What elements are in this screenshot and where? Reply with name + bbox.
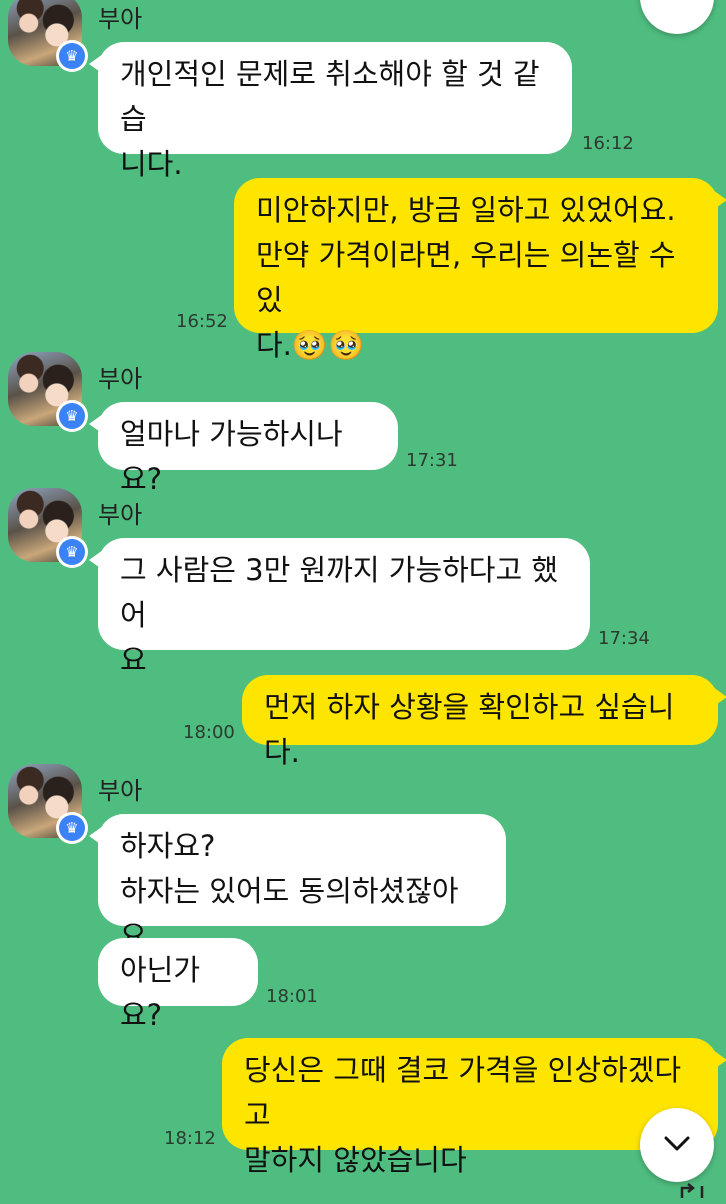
message-bubble[interactable]: 얼마나 가능하시나요? (89, 402, 398, 496)
chevron-down-icon (660, 1126, 694, 1164)
crown-badge: ♛ (56, 536, 88, 568)
crown-badge: ♛ (56, 812, 88, 844)
crown-icon: ♛ (59, 539, 85, 565)
scroll-down-button[interactable] (640, 1108, 714, 1182)
message-bubble[interactable]: 개인적인 문제로 취소해야 할 것 같습 니다. (89, 42, 572, 181)
top-nav-button[interactable] (640, 0, 714, 34)
sender-name: 부아 (98, 777, 143, 805)
sender-name: 부아 (98, 365, 143, 393)
message-bubble[interactable]: 아닌가요? (98, 938, 258, 1032)
chevron-right-icon (665, 0, 689, 11)
message-time: 18:00 (183, 722, 235, 743)
message-bubble[interactable]: 그 사람은 3만 원까지 가능하다고 했어 요 (89, 538, 590, 677)
message-time: 16:52 (176, 311, 228, 332)
message-time: 18:12 (164, 1128, 216, 1149)
sender-name: 부아 (98, 501, 143, 529)
message-bubble[interactable]: 먼저 하자 상황을 확인하고 싶습니다. (242, 675, 726, 769)
sender-name: 부아 (98, 5, 143, 33)
crown-icon: ♛ (59, 403, 85, 429)
message-time: 16:12 (582, 133, 634, 154)
crown-badge: ♛ (56, 40, 88, 72)
crown-badge: ♛ (56, 400, 88, 432)
message-time: 17:31 (406, 450, 458, 471)
reply-arrow-icon[interactable] (676, 1180, 716, 1200)
crown-icon: ♛ (59, 43, 85, 69)
crown-icon: ♛ (59, 815, 85, 841)
message-time: 17:34 (598, 628, 650, 649)
message-time: 18:01 (266, 986, 318, 1007)
message-bubble[interactable]: 미안하지만, 방금 일하고 있었어요. 만약 가격이라면, 우리는 의논할 수 … (234, 178, 726, 362)
message-bubble[interactable]: 하자요? 하자는 있어도 동의하셨잖아요. (89, 814, 506, 953)
